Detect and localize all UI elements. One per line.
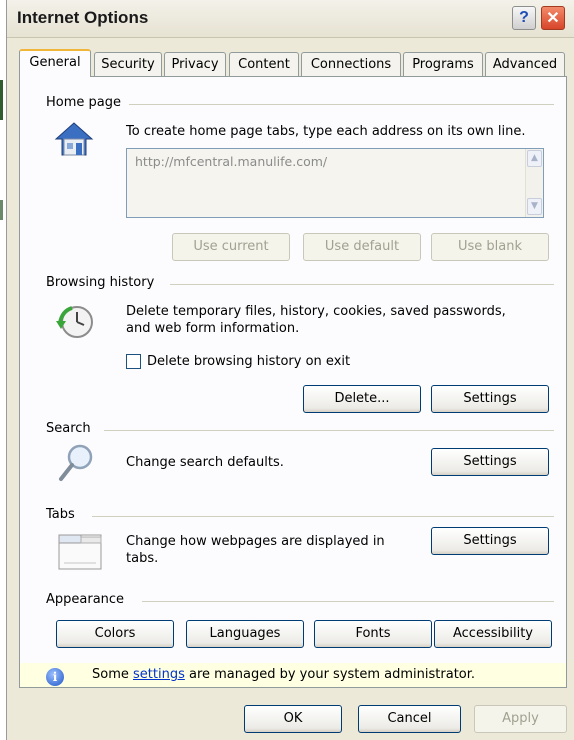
admin-info-text: Some settings are managed by your system… [92,667,475,682]
tab-privacy[interactable]: Privacy [164,52,226,76]
tabs-settings-button[interactable]: Settings [431,527,549,555]
close-button[interactable]: ✕ [541,6,565,30]
search-group-title: Search [46,421,99,436]
desktop-fragment [0,200,3,220]
internet-options-dialog: Internet Options ? ✕ General Security Pr… [6,0,574,740]
info-text-before: Some [92,667,133,682]
tabs-window-icon [58,534,102,570]
tab-programs[interactable]: Programs [403,52,483,76]
tabs-description-line1: Change how webpages are displayed in [126,534,385,549]
title-bar: Internet Options ? ✕ [7,0,574,38]
search-settings-button[interactable]: Settings [431,448,549,476]
scroll-down-arrow-icon[interactable]: ▼ [527,198,542,215]
use-current-button[interactable]: Use current [172,233,290,261]
help-button[interactable]: ? [512,6,536,30]
group-divider [170,284,554,285]
appearance-group-title: Appearance [46,592,133,607]
tab-connections[interactable]: Connections [301,52,401,76]
browsing-history-group-title: Browsing history [46,275,163,290]
cancel-button[interactable]: Cancel [358,705,461,733]
tabs-group-title: Tabs [46,507,83,522]
colors-button[interactable]: Colors [56,620,174,648]
history-settings-button[interactable]: Settings [431,385,549,413]
group-divider [92,516,554,517]
delete-on-exit-label: Delete browsing history on exit [147,354,351,369]
tabs-description-line2: tabs. [126,551,159,566]
home-page-address-input[interactable]: http://mfcentral.manulife.com/ ▲ ▼ [126,148,544,218]
home-page-description: To create home page tabs, type each addr… [126,124,526,139]
clock-arrow-icon [56,306,93,338]
ok-button[interactable]: OK [244,705,342,733]
home-page-group-title: Home page [46,95,129,110]
apply-button[interactable]: Apply [474,705,567,733]
use-default-button[interactable]: Use default [303,233,421,261]
magnifier-icon [59,444,93,481]
tab-security[interactable]: Security [94,52,162,76]
group-divider [120,104,554,105]
delete-history-button[interactable]: Delete... [303,385,421,413]
admin-info-bar: Some settings are managed by your system… [20,663,566,687]
desktop-fragment [0,80,3,120]
general-tab-panel: Home page To create home page tabs, type… [19,76,567,688]
tab-content[interactable]: Content [229,52,299,76]
info-icon: i [46,668,64,686]
settings-link[interactable]: settings [133,667,185,682]
languages-button[interactable]: Languages [186,620,304,648]
address-scrollbar[interactable]: ▲ ▼ [525,149,543,217]
tab-advanced[interactable]: Advanced [485,52,565,76]
delete-on-exit-checkbox[interactable] [126,354,141,369]
info-text-after: are managed by your system administrator… [184,667,476,682]
house-icon [54,122,94,156]
home-page-address-value: http://mfcentral.manulife.com/ [135,154,328,169]
tab-general[interactable]: General [19,49,91,77]
accessibility-button[interactable]: Accessibility [434,620,552,648]
fonts-button[interactable]: Fonts [314,620,432,648]
browsing-history-description-line2: and web form information. [126,321,300,336]
use-blank-button[interactable]: Use blank [431,233,549,261]
group-divider [142,601,554,602]
group-divider [104,430,554,431]
search-description: Change search defaults. [126,455,284,470]
window-title: Internet Options [17,8,149,27]
scroll-up-arrow-icon[interactable]: ▲ [527,150,542,167]
browsing-history-description-line1: Delete temporary files, history, cookies… [126,304,506,319]
